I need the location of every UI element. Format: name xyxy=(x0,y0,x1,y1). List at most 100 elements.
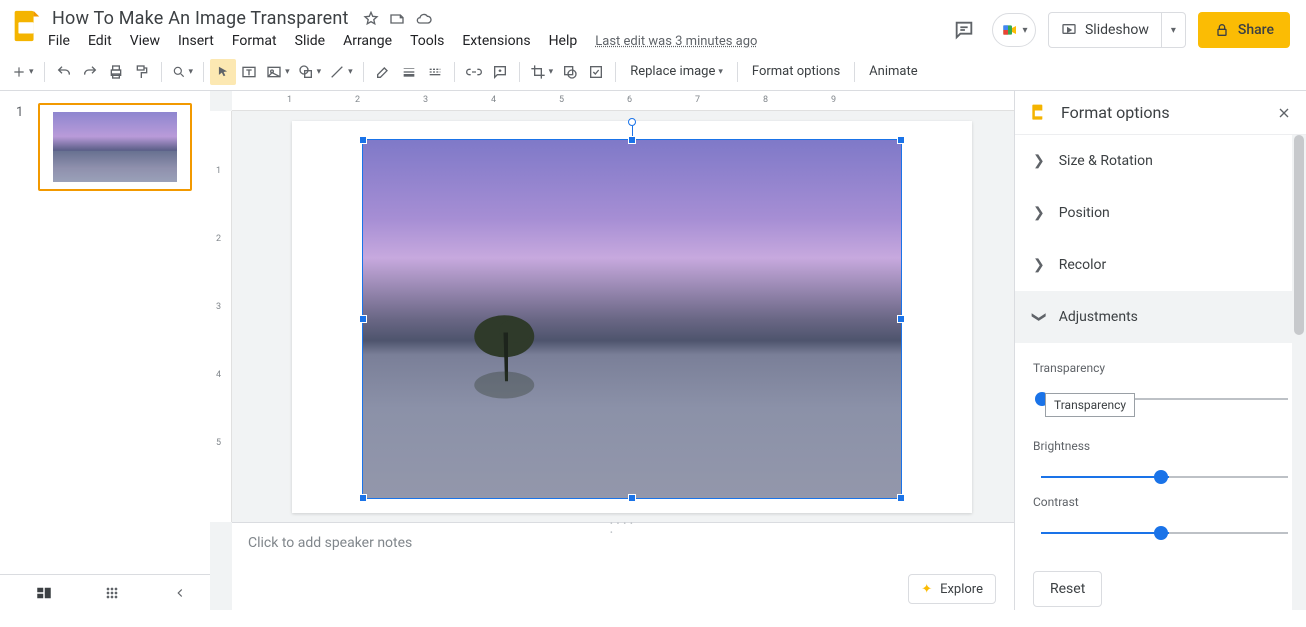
section-size-rotation[interactable]: ❯ Size & Rotation xyxy=(1015,135,1306,187)
section-label: Size & Rotation xyxy=(1059,153,1153,169)
slider-thumb[interactable] xyxy=(1154,470,1168,484)
section-label: Recolor xyxy=(1059,257,1107,273)
chevron-right-icon: ❯ xyxy=(1033,257,1045,273)
rotation-handle[interactable] xyxy=(628,118,636,126)
toolbar: Replace image Format options Animate xyxy=(0,53,1306,91)
resize-handle-sw[interactable] xyxy=(359,494,367,502)
resize-handle-nw[interactable] xyxy=(359,136,367,144)
menu-file[interactable]: File xyxy=(48,33,70,49)
slider-thumb[interactable] xyxy=(1154,526,1168,540)
meet-button[interactable]: ▾ xyxy=(992,13,1036,47)
border-weight-button[interactable] xyxy=(396,59,422,85)
menu-arrange[interactable]: Arrange xyxy=(343,33,392,49)
reset-button[interactable]: Reset xyxy=(1033,571,1102,607)
menu-extensions[interactable]: Extensions xyxy=(462,33,530,49)
transparency-tooltip: Transparency xyxy=(1045,393,1135,417)
selected-image[interactable] xyxy=(362,139,902,499)
image-tool[interactable] xyxy=(262,59,294,85)
collapse-rail-icon[interactable] xyxy=(164,577,196,609)
sidebar-scrollbar[interactable] xyxy=(1292,135,1306,610)
slide-canvas[interactable] xyxy=(292,121,972,513)
explore-button[interactable]: ✦ Explore xyxy=(908,574,996,604)
border-color-button[interactable] xyxy=(370,59,396,85)
menu-format[interactable]: Format xyxy=(232,33,277,49)
menu-insert[interactable]: Insert xyxy=(178,33,214,49)
slideshow-button[interactable]: Slideshow xyxy=(1049,22,1161,38)
image-content xyxy=(463,310,553,400)
section-position[interactable]: ❯ Position xyxy=(1015,187,1306,239)
slide-panel: 1 xyxy=(0,91,210,610)
comments-icon[interactable] xyxy=(948,14,980,46)
notes-placeholder: Click to add speaker notes xyxy=(248,535,412,551)
mask-button[interactable] xyxy=(557,59,583,85)
menu-edit[interactable]: Edit xyxy=(88,33,112,49)
menu-view[interactable]: View xyxy=(130,33,160,49)
select-tool[interactable] xyxy=(210,59,236,85)
new-slide-button[interactable] xyxy=(8,59,38,85)
notes-drag-handle[interactable]: • • • • • xyxy=(610,519,636,523)
slideshow-label: Slideshow xyxy=(1085,22,1149,38)
menu-slide[interactable]: Slide xyxy=(295,33,325,49)
move-icon[interactable] xyxy=(389,11,405,27)
chevron-down-icon: ▾ xyxy=(1171,25,1176,36)
present-icon xyxy=(1061,22,1077,38)
contrast-slider[interactable] xyxy=(1033,525,1288,541)
textbox-tool[interactable] xyxy=(236,59,262,85)
shape-tool[interactable] xyxy=(294,59,326,85)
speaker-notes[interactable]: • • • • • Click to add speaker notes xyxy=(232,522,1014,574)
paint-format-button[interactable] xyxy=(129,59,155,85)
animate-button[interactable]: Animate xyxy=(861,59,925,85)
print-button[interactable] xyxy=(103,59,129,85)
slideshow-dropdown[interactable]: ▾ xyxy=(1161,13,1185,47)
filmstrip-view-icon[interactable] xyxy=(28,577,60,609)
section-recolor[interactable]: ❯ Recolor xyxy=(1015,239,1306,291)
resize-handle-s[interactable] xyxy=(628,494,636,502)
zoom-button[interactable] xyxy=(168,59,198,85)
resize-handle-se[interactable] xyxy=(897,494,905,502)
scrollbar-thumb[interactable] xyxy=(1294,135,1304,335)
sidebar-title: Format options xyxy=(1061,103,1264,122)
chevron-right-icon: ❯ xyxy=(1033,153,1045,169)
resize-handle-ne[interactable] xyxy=(897,136,905,144)
chevron-right-icon: ❯ xyxy=(1033,205,1045,221)
cloud-icon[interactable] xyxy=(415,11,433,27)
link-button[interactable] xyxy=(461,59,487,85)
slide-thumbnail[interactable] xyxy=(38,103,192,191)
section-adjustments[interactable]: ❯ Adjustments xyxy=(1015,291,1306,343)
star-icon[interactable] xyxy=(363,11,379,27)
slides-logo[interactable] xyxy=(6,6,46,46)
undo-button[interactable] xyxy=(51,59,77,85)
format-options-button[interactable]: Format options xyxy=(744,59,848,85)
resize-handle-w[interactable] xyxy=(359,315,367,323)
contrast-label: Contrast xyxy=(1033,495,1288,509)
brightness-slider[interactable] xyxy=(1033,469,1288,485)
resize-handle-e[interactable] xyxy=(897,315,905,323)
comment-button[interactable] xyxy=(487,59,513,85)
reset-image-button[interactable] xyxy=(583,59,609,85)
menu-help[interactable]: Help xyxy=(549,33,578,49)
border-dash-button[interactable] xyxy=(422,59,448,85)
slide-number: 1 xyxy=(16,105,23,120)
explore-icon: ✦ xyxy=(921,582,932,597)
replace-image-button[interactable]: Replace image xyxy=(622,59,731,85)
lock-icon xyxy=(1214,22,1230,38)
last-edit-link[interactable]: Last edit was 3 minutes ago xyxy=(595,34,757,49)
line-tool[interactable] xyxy=(325,59,357,85)
section-label: Adjustments xyxy=(1059,309,1138,325)
horizontal-ruler: 123456789 xyxy=(232,91,1014,111)
resize-handle-n[interactable] xyxy=(628,136,636,144)
menu-tools[interactable]: Tools xyxy=(410,33,444,49)
redo-button[interactable] xyxy=(77,59,103,85)
crop-button[interactable] xyxy=(526,59,558,85)
document-title[interactable]: How To Make An Image Transparent xyxy=(48,6,353,31)
close-sidebar-button[interactable] xyxy=(1276,105,1292,121)
brightness-label: Brightness xyxy=(1033,439,1288,453)
vertical-ruler: 12345 xyxy=(210,111,232,522)
format-options-panel: Format options ❯ Size & Rotation ❯ Posit… xyxy=(1014,91,1306,610)
section-label: Position xyxy=(1059,205,1110,221)
grid-view-icon[interactable] xyxy=(96,577,128,609)
share-label: Share xyxy=(1238,22,1274,38)
transparency-label: Transparency xyxy=(1033,361,1288,375)
format-options-icon xyxy=(1029,103,1049,123)
share-button[interactable]: Share xyxy=(1198,12,1290,48)
